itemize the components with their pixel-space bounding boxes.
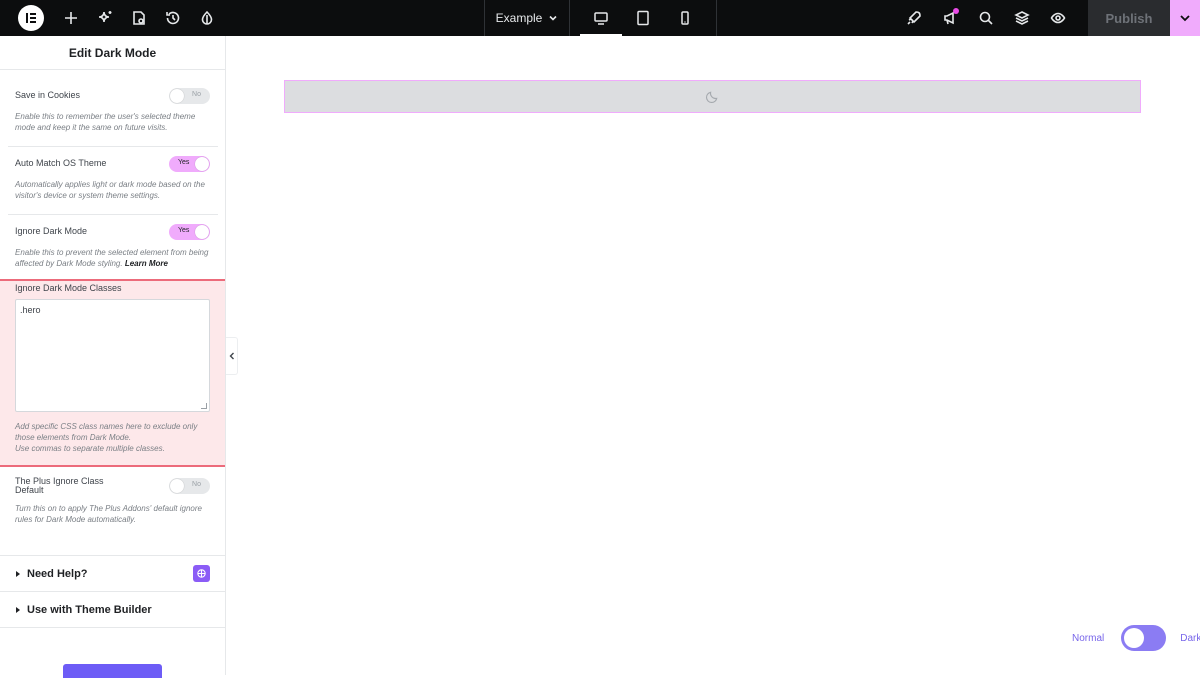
save-cookies-control: Save in Cookies No Enable this to rememb… (0, 86, 226, 132)
moon-icon (705, 91, 718, 104)
top-bar-right-tools: Publish (896, 0, 1200, 36)
ignore-classes-description: Add specific CSS class names here to exc… (15, 422, 198, 453)
plus-ignore-toggle[interactable]: No (169, 478, 210, 494)
learn-more-link[interactable]: Learn More (125, 259, 168, 268)
plus-addons-icon (193, 565, 210, 582)
top-bar-center: Example (484, 0, 717, 36)
chevron-left-icon (229, 352, 234, 360)
save-cookies-description: Enable this to remember the user's selec… (15, 112, 196, 132)
search-icon[interactable] (968, 0, 1004, 36)
theme-builder-section[interactable]: Use with Theme Builder (0, 591, 225, 627)
plus-ignore-description: Turn this on to apply The Plus Addons' d… (15, 504, 202, 524)
ignore-dark-description: Enable this to prevent the selected elem… (15, 248, 209, 268)
device-switcher (570, 0, 717, 36)
ignore-classes-control: Ignore Dark Mode Classes .hero Add speci… (0, 279, 225, 467)
plus-ignore-control: The Plus Ignore Class Default No Turn th… (0, 476, 226, 524)
desktop-icon[interactable] (580, 0, 622, 36)
document-name: Example (495, 11, 543, 25)
plus-ignore-label: The Plus Ignore Class Default (15, 476, 104, 495)
dark-mode-switcher: Normal Dark (1072, 625, 1200, 651)
auto-match-toggle[interactable]: Yes (169, 156, 210, 172)
auto-match-description: Automatically applies light or dark mode… (15, 180, 205, 200)
elementor-logo-icon[interactable] (18, 5, 44, 31)
collapse-panel-button[interactable] (226, 337, 238, 375)
panel-title: Edit Dark Mode (0, 36, 225, 70)
divider (8, 214, 218, 215)
rocket-icon[interactable] (896, 0, 932, 36)
auto-match-control: Auto Match OS Theme Yes Automatically ap… (0, 154, 226, 200)
editor-panel: Edit Dark Mode Save in Cookies No Enable… (0, 36, 226, 678)
ignore-dark-label: Ignore Dark Mode (15, 226, 88, 236)
caret-right-icon (16, 570, 20, 577)
normal-mode-label: Normal (1072, 632, 1105, 644)
publish-button[interactable]: Publish (1088, 0, 1170, 36)
tablet-icon[interactable] (622, 0, 664, 36)
auto-match-label: Auto Match OS Theme (15, 158, 107, 168)
ignore-classes-label: Ignore Dark Mode Classes (15, 283, 122, 293)
ignore-dark-control: Ignore Dark Mode Yes Enable this to prev… (0, 222, 226, 268)
canvas-dark-mode-section[interactable] (284, 80, 1141, 113)
dark-mode-toggle[interactable] (1121, 625, 1167, 651)
site-settings-icon[interactable] (122, 0, 156, 36)
layers-icon[interactable] (1004, 0, 1040, 36)
ai-sparkle-icon[interactable] (88, 0, 122, 36)
top-bar-left-tools (0, 0, 224, 36)
mobile-icon[interactable] (664, 0, 706, 36)
caret-right-icon (16, 606, 20, 613)
notification-badge (953, 8, 959, 14)
panel-action-button[interactable] (63, 664, 162, 678)
save-cookies-label: Save in Cookies (15, 90, 81, 100)
dark-mode-label: Dark (1180, 632, 1200, 644)
toggle-knob (1124, 628, 1145, 648)
announcements-icon[interactable] (932, 0, 968, 36)
chevron-down-icon (1180, 15, 1190, 22)
preview-eye-icon[interactable] (1040, 0, 1076, 36)
document-selector[interactable]: Example (484, 0, 570, 36)
top-bar: Example Publish (0, 0, 1200, 36)
ignore-dark-toggle[interactable]: Yes (169, 224, 210, 240)
theme-style-drop-icon[interactable] (190, 0, 224, 36)
add-icon[interactable] (54, 0, 88, 36)
ignore-classes-textarea[interactable]: .hero (15, 299, 210, 412)
publish-options-button[interactable] (1170, 0, 1200, 36)
need-help-section[interactable]: Need Help? (0, 555, 225, 591)
divider (0, 627, 225, 628)
divider (8, 146, 218, 147)
save-cookies-toggle[interactable]: No (169, 88, 210, 104)
history-icon[interactable] (156, 0, 190, 36)
resize-handle-icon[interactable] (201, 403, 207, 409)
chevron-down-icon (549, 15, 557, 21)
